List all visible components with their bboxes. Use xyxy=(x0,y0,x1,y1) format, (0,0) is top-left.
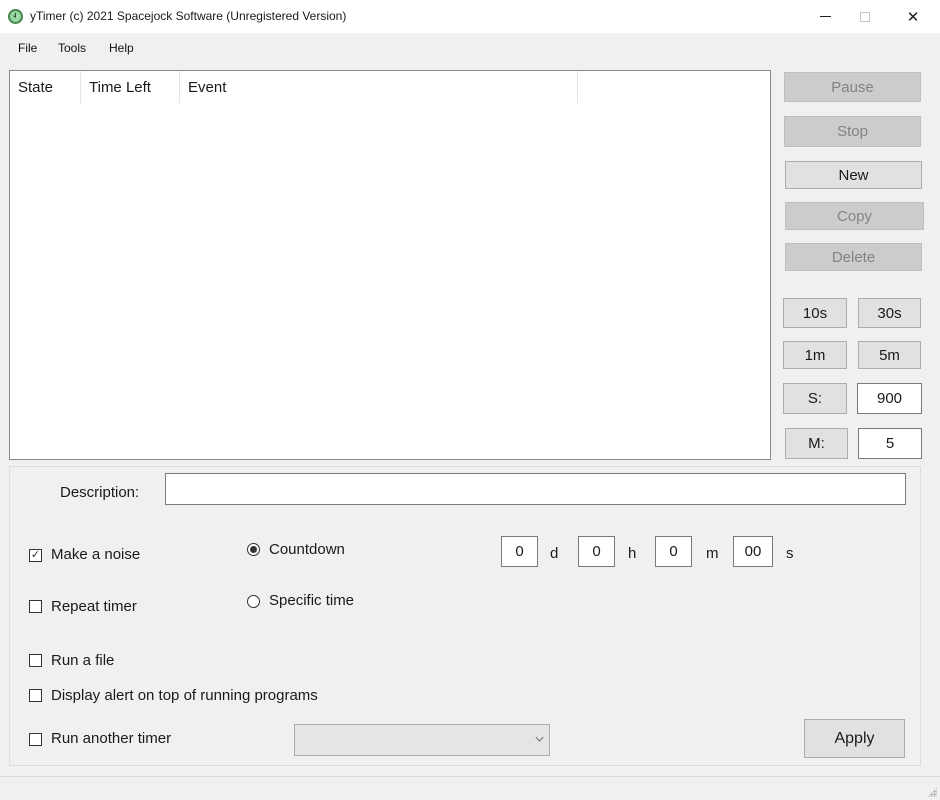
column-header-event[interactable]: Event xyxy=(180,71,578,103)
countdown-radio[interactable] xyxy=(247,543,260,556)
days-input[interactable]: 0 xyxy=(501,536,538,567)
stop-button[interactable]: Stop xyxy=(784,116,921,147)
run-file-label[interactable]: Run a file xyxy=(51,652,114,669)
column-header-state[interactable]: State xyxy=(10,71,81,103)
seconds-duration-input[interactable]: 00 xyxy=(733,536,773,567)
minutes-input[interactable]: 5 xyxy=(858,428,922,459)
timer-list[interactable]: State Time Left Event xyxy=(9,70,771,460)
clock-icon xyxy=(8,9,23,24)
display-alert-checkbox[interactable] xyxy=(29,689,42,702)
run-file-checkbox[interactable] xyxy=(29,654,42,667)
repeat-timer-label[interactable]: Repeat timer xyxy=(51,598,137,615)
delete-button[interactable]: Delete xyxy=(785,243,922,271)
seconds-unit-label: s xyxy=(786,545,794,562)
chevron-down-icon xyxy=(535,733,544,742)
window-title: yTimer (c) 2021 Spacejock Software (Unre… xyxy=(30,9,347,23)
hours-unit-label: h xyxy=(628,545,637,562)
description-label: Description: xyxy=(60,484,140,501)
title-bar: yTimer (c) 2021 Spacejock Software (Unre… xyxy=(0,0,940,33)
checkmark-icon: ✓ xyxy=(30,549,41,561)
minutes-duration-input[interactable]: 0 xyxy=(655,536,692,567)
apply-button[interactable]: Apply xyxy=(804,719,905,758)
quick-5m-button[interactable]: 5m xyxy=(858,341,921,369)
copy-button[interactable]: Copy xyxy=(785,202,924,230)
other-timer-select[interactable] xyxy=(294,724,550,756)
close-button[interactable]: ✕ xyxy=(890,0,936,33)
maximize-icon xyxy=(860,11,870,22)
make-noise-checkbox[interactable]: ✓ xyxy=(29,549,42,562)
new-button[interactable]: New xyxy=(785,161,922,189)
hours-input[interactable]: 0 xyxy=(578,536,615,567)
menu-bar: File Tools Help xyxy=(0,33,940,63)
pause-button[interactable]: Pause xyxy=(784,72,921,102)
display-alert-label[interactable]: Display alert on top of running programs xyxy=(51,687,318,704)
specific-time-label[interactable]: Specific time xyxy=(269,592,354,609)
resize-grip-icon[interactable] xyxy=(927,787,937,797)
maximize-button[interactable] xyxy=(842,0,888,33)
run-another-timer-label[interactable]: Run another timer xyxy=(51,730,171,747)
days-unit-label: d xyxy=(550,545,559,562)
quick-30s-button[interactable]: 30s xyxy=(858,298,921,328)
make-noise-label[interactable]: Make a noise xyxy=(51,546,140,563)
menu-file[interactable]: File xyxy=(18,41,37,55)
timer-settings-panel xyxy=(9,466,921,766)
quick-10s-button[interactable]: 10s xyxy=(783,298,847,328)
minutes-unit-label: m xyxy=(706,545,719,562)
quick-1m-button[interactable]: 1m xyxy=(783,341,847,369)
menu-tools[interactable]: Tools xyxy=(58,41,86,55)
minimize-icon xyxy=(819,16,831,17)
repeat-timer-checkbox[interactable] xyxy=(29,600,42,613)
list-header: State Time Left Event xyxy=(10,71,770,103)
specific-time-radio[interactable] xyxy=(247,595,260,608)
seconds-input[interactable]: 900 xyxy=(857,383,922,414)
minutes-apply-button[interactable]: M: xyxy=(785,428,848,459)
description-input[interactable] xyxy=(165,473,906,505)
column-header-time-left[interactable]: Time Left xyxy=(81,71,180,103)
status-bar xyxy=(0,776,940,800)
column-header-blank[interactable] xyxy=(578,71,770,103)
run-another-timer-checkbox[interactable] xyxy=(29,733,42,746)
close-icon: ✕ xyxy=(906,8,920,26)
seconds-apply-button[interactable]: S: xyxy=(783,383,847,414)
countdown-label[interactable]: Countdown xyxy=(269,541,345,558)
menu-help[interactable]: Help xyxy=(109,41,134,55)
